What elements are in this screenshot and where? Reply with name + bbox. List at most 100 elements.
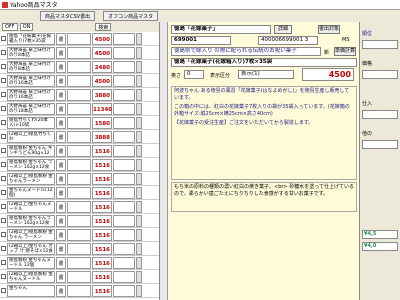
item-name[interactable]: (2箱以上)徳島製粉 金ちゃんヌードル	[7, 270, 55, 283]
item-price[interactable]: 1516	[92, 242, 112, 255]
item-spinner[interactable]	[136, 88, 142, 101]
item-name[interactable]: 徳島竹ちくわ(20本入)×10袋	[7, 116, 55, 129]
item-field-2[interactable]	[113, 130, 135, 143]
list-item[interactable]: (2箱以上)徳島製粉 金ちゃん ラーメン 102g×12食書 1516	[0, 228, 159, 242]
display-class-select[interactable]: 表示(1)	[238, 70, 294, 79]
item-field[interactable]	[67, 284, 91, 297]
unit-calc-button[interactable]: 単価計算	[334, 47, 356, 56]
item-name[interactable]: (2箱以上)徳島竹ちくわ	[7, 130, 55, 143]
item-kind[interactable]: 書	[56, 116, 66, 129]
item-price[interactable]: 1516	[92, 214, 112, 227]
detail-button[interactable]: 詳細	[274, 25, 292, 34]
item-kind[interactable]: 書	[56, 32, 66, 45]
item-kind[interactable]: 書	[56, 228, 66, 241]
item-kind[interactable]: 書	[56, 214, 66, 227]
item-spinner[interactable]	[136, 116, 142, 129]
item-kind[interactable]: 書	[56, 186, 66, 199]
item-field[interactable]	[67, 270, 91, 283]
item-field[interactable]	[67, 60, 91, 73]
item-spinner[interactable]	[136, 200, 142, 213]
buy-field[interactable]	[362, 110, 398, 119]
seq-field[interactable]	[362, 40, 398, 49]
item-name[interactable]: 徳島製粉 金ちゃんヌードル 12個	[7, 256, 55, 269]
select-checkbox[interactable]	[1, 204, 6, 209]
item-kind[interactable]: 書	[56, 284, 66, 297]
item-spinner[interactable]	[136, 74, 142, 87]
item-field-2[interactable]	[113, 214, 135, 227]
item-field-2[interactable]	[113, 158, 135, 171]
item-field[interactable]	[67, 200, 91, 213]
list-item[interactable]: 金ちゃん書 1516	[0, 284, 159, 298]
select-checkbox[interactable]	[1, 162, 6, 167]
item-spinner[interactable]	[136, 270, 142, 283]
item-price[interactable]: 1516	[92, 186, 112, 199]
item-price[interactable]: 4500	[92, 46, 112, 59]
right-price-field[interactable]	[362, 70, 398, 79]
item-price[interactable]: 1516	[92, 200, 112, 213]
price-field[interactable]: 4500	[302, 68, 354, 81]
item-spinner[interactable]	[136, 158, 142, 171]
product-name-field[interactable]: 徳島「花嫁菓子(花嫁箱入り)7枚×35袋	[171, 58, 357, 67]
list-item[interactable]: (2箱以上)金ちゃんヌードル書 1516	[0, 200, 159, 214]
item-name[interactable]: 大野海苔 卓上味付けのり8本詰	[7, 46, 55, 59]
select-checkbox[interactable]	[1, 50, 6, 55]
item-field[interactable]	[67, 144, 91, 157]
jan-code-field[interactable]: 400006699001 3	[258, 36, 318, 45]
item-price[interactable]: 3888	[92, 130, 112, 143]
code-field[interactable]: 699001	[171, 36, 231, 45]
item-field-2[interactable]	[113, 228, 135, 241]
csv-export-button[interactable]: 商品マスタCSV書出	[40, 11, 96, 21]
list-item[interactable]: (2箱以上)金ちゃん カップ 汁 焼そば×12食書 1516	[0, 242, 159, 256]
select-checkbox[interactable]	[1, 260, 6, 265]
item-price[interactable]: 1516	[92, 270, 112, 283]
item-spinner[interactable]	[136, 242, 142, 255]
list-scrollbar[interactable]	[160, 22, 168, 300]
item-field-2[interactable]	[113, 116, 135, 129]
list-item[interactable]: 徳島製粉 金ちゃん ラーメン 102g×12食書 1516	[0, 158, 159, 172]
search-button[interactable]: 検索	[95, 23, 112, 31]
list-item[interactable]: 大野海苔 卓上味付けのり16本詰書 4500	[0, 74, 159, 88]
export-target-button[interactable]: 書出対象	[318, 25, 340, 34]
item-price[interactable]: 1516	[92, 144, 112, 157]
list-item[interactable]: (2箱以上)徳島竹ちくわ書 3888	[0, 130, 159, 144]
item-kind[interactable]: 書	[56, 74, 66, 87]
item-field[interactable]	[67, 88, 91, 101]
item-field[interactable]	[67, 228, 91, 241]
select-checkbox[interactable]	[1, 232, 6, 237]
select-checkbox[interactable]	[1, 134, 6, 139]
item-spinner[interactable]	[136, 256, 142, 269]
select-checkbox[interactable]	[1, 190, 6, 195]
list-item[interactable]: 徳島「花嫁菓子(花嫁箱入り)7枚×35袋書 4500	[0, 32, 159, 46]
item-spinner[interactable]	[136, 46, 142, 59]
list-item[interactable]: 金ちゃんヌードル(12個) 書 1516	[0, 186, 159, 200]
item-kind[interactable]: 書	[56, 60, 66, 73]
item-field-2[interactable]	[113, 172, 135, 185]
item-kind[interactable]: 書	[56, 88, 66, 101]
item-field[interactable]	[67, 102, 91, 115]
item-field-2[interactable]	[113, 256, 135, 269]
item-field-2[interactable]	[113, 74, 135, 87]
item-field-2[interactable]	[113, 144, 135, 157]
list-item[interactable]: 徳島製粉 金ちゃんラーメン 102g×12食書 1516	[0, 214, 159, 228]
item-field-2[interactable]	[113, 200, 135, 213]
item-spinner[interactable]	[136, 32, 142, 45]
item-kind[interactable]: 書	[56, 256, 66, 269]
oku-field[interactable]: 0	[184, 70, 204, 79]
select-checkbox[interactable]	[1, 274, 6, 279]
item-name[interactable]: 大野海苔 卓上味付けのり8本詰	[7, 60, 55, 73]
list-item[interactable]: 大野海苔 卓上味付けのり18本詰書 11340	[0, 102, 159, 116]
item-kind[interactable]: 書	[56, 200, 66, 213]
item-price[interactable]: 1516	[92, 172, 112, 185]
item-kind[interactable]: 書	[56, 172, 66, 185]
item-field[interactable]	[67, 214, 91, 227]
list-item[interactable]: 大野海苔 卓上味付けのり16本詰書 3880	[0, 88, 159, 102]
item-price[interactable]: 1516	[92, 158, 112, 171]
item-name[interactable]: 徳島製粉 金ちゃんラーメン 102g×12食	[7, 214, 55, 227]
item-price[interactable]: 4500	[92, 74, 112, 87]
item-name[interactable]: 金ちゃん	[7, 284, 55, 297]
off-button[interactable]: OFF	[2, 23, 18, 31]
list-item[interactable]: 大野海苔 卓上味付けのり8本詰書 2480	[0, 60, 159, 74]
item-price[interactable]: 1580	[92, 116, 112, 129]
list-item[interactable]: 徳島製粉 金ちゃん キンギうどん90g×12袋書 1516	[0, 144, 159, 158]
item-field-2[interactable]	[113, 32, 135, 45]
